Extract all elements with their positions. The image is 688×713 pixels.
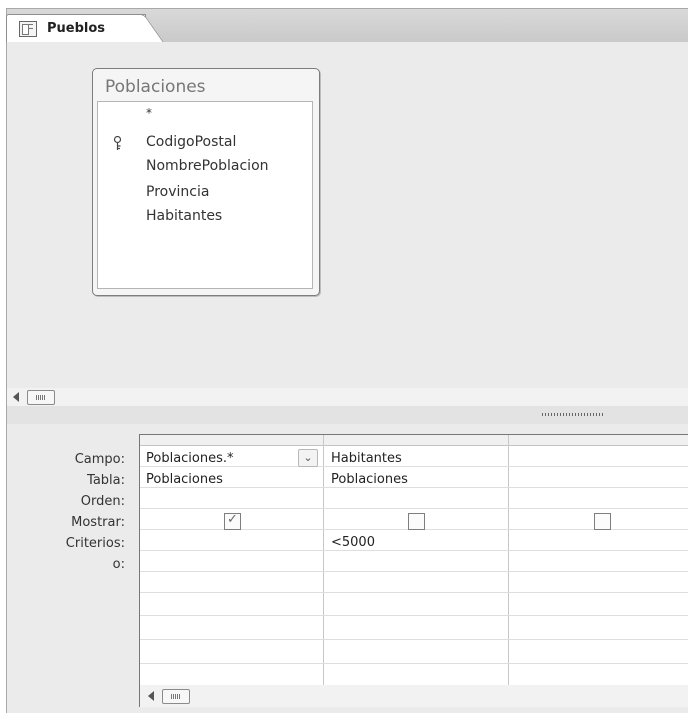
- row-label-o: o:: [112, 557, 125, 572]
- tab-pueblos[interactable]: Pueblos: [6, 14, 146, 43]
- table-field-list-title[interactable]: Poblaciones: [105, 77, 206, 97]
- tab-label: Pueblos: [47, 21, 106, 36]
- scroll-thumb[interactable]: [27, 390, 55, 405]
- field-nombrepoblacion[interactable]: NombrePoblacion: [146, 158, 269, 174]
- row-divider: [140, 592, 688, 593]
- pane-splitter[interactable]: [6, 406, 688, 425]
- scroll-left-arrow-icon[interactable]: [13, 392, 19, 402]
- row-divider: [140, 663, 688, 664]
- upper-horizontal-scrollbar[interactable]: [6, 388, 688, 406]
- field-codigopostal[interactable]: CodigoPostal: [146, 134, 236, 150]
- column-selector-3[interactable]: [509, 435, 688, 446]
- column-divider: [508, 435, 509, 686]
- query-design-grid[interactable]: Poblaciones.* ⌄ Poblaciones Habitantes P…: [139, 434, 688, 686]
- mostrar-checkbox-col1[interactable]: [224, 512, 241, 530]
- row-divider: [140, 487, 688, 488]
- field-habitantes[interactable]: Habitantes: [146, 208, 222, 224]
- table-field-list[interactable]: Poblaciones: [92, 68, 320, 296]
- criterios-cell-col2[interactable]: <5000: [331, 535, 375, 550]
- primary-key-icon: [113, 136, 122, 150]
- column-selector-1[interactable]: [140, 435, 323, 446]
- row-label-criterios: Criterios:: [65, 536, 125, 551]
- campo-cell-col1[interactable]: Poblaciones.*: [146, 451, 234, 466]
- field-provincia[interactable]: Provincia: [146, 184, 209, 200]
- scroll-thumb[interactable]: [162, 689, 190, 704]
- row-label-orden: Orden:: [80, 494, 125, 509]
- row-divider: [140, 550, 688, 551]
- scroll-left-arrow-icon[interactable]: [148, 691, 154, 701]
- campo-cell-col2[interactable]: Habitantes: [331, 451, 402, 466]
- chevron-down-icon[interactable]: ⌄: [298, 449, 318, 467]
- row-label-mostrar: Mostrar:: [71, 515, 125, 530]
- row-divider: [140, 571, 688, 572]
- row-label-campo: Campo:: [74, 452, 125, 467]
- row-divider: [140, 508, 688, 509]
- mostrar-checkbox-col3[interactable]: [594, 513, 611, 530]
- row-label-tabla: Tabla:: [87, 473, 125, 488]
- column-selector-2[interactable]: [324, 435, 508, 446]
- row-divider: [140, 639, 688, 640]
- row-divider: [140, 466, 688, 467]
- grid-horizontal-scrollbar[interactable]: [139, 685, 688, 707]
- query-design-icon: [19, 21, 37, 37]
- tabla-cell-col2[interactable]: Poblaciones: [331, 472, 408, 487]
- splitter-grip-icon[interactable]: [542, 413, 604, 416]
- field-all[interactable]: *: [146, 106, 152, 120]
- mostrar-checkbox-col2[interactable]: [408, 513, 425, 530]
- column-divider: [323, 435, 324, 686]
- query-grid-pane: Campo: Tabla: Orden: Mostrar: Criterios:…: [6, 424, 688, 713]
- row-divider: [140, 615, 688, 616]
- tabla-cell-col1[interactable]: Poblaciones: [146, 472, 223, 487]
